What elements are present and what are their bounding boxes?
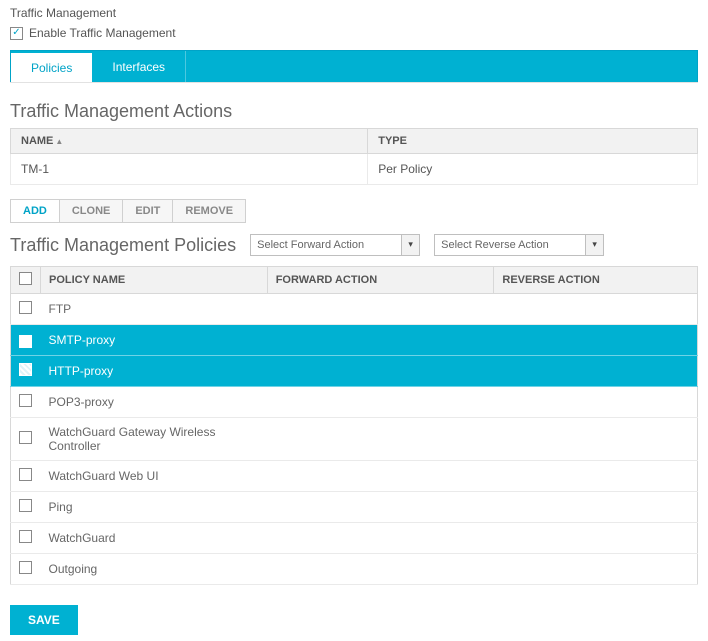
table-row[interactable]: Outgoing xyxy=(11,553,698,584)
enable-row: Enable Traffic Management xyxy=(10,26,698,40)
row-checkbox[interactable] xyxy=(19,561,32,574)
row-checkbox-cell xyxy=(11,460,41,491)
reverse-action-cell xyxy=(494,325,698,356)
row-checkbox[interactable] xyxy=(19,468,32,481)
policies-col-checkbox[interactable] xyxy=(11,267,41,294)
row-checkbox[interactable] xyxy=(19,363,32,376)
policies-col-reverse[interactable]: REVERSE ACTION xyxy=(494,267,698,294)
actions-cell-name: TM-1 xyxy=(11,154,368,185)
select-reverse-action[interactable]: Select Reverse Action xyxy=(434,234,604,256)
edit-button[interactable]: EDIT xyxy=(123,199,173,223)
table-row[interactable]: POP3-proxy xyxy=(11,386,698,417)
forward-action-cell xyxy=(267,491,494,522)
policies-col-forward[interactable]: FORWARD ACTION xyxy=(267,267,494,294)
row-checkbox-cell xyxy=(11,355,41,386)
reverse-action-cell xyxy=(494,386,698,417)
table-row[interactable]: WatchGuard xyxy=(11,522,698,553)
actions-table: NAME▲ TYPE TM-1Per Policy xyxy=(10,128,698,185)
policy-name-cell: WatchGuard Web UI xyxy=(41,460,268,491)
reverse-action-cell xyxy=(494,553,698,584)
row-checkbox-cell xyxy=(11,553,41,584)
row-checkbox-cell xyxy=(11,294,41,325)
actions-row[interactable]: TM-1Per Policy xyxy=(11,154,698,185)
table-row[interactable]: Ping xyxy=(11,491,698,522)
clone-button[interactable]: CLONE xyxy=(60,199,124,223)
chevron-down-icon xyxy=(585,235,603,255)
forward-action-cell xyxy=(267,417,494,460)
row-checkbox-cell xyxy=(11,386,41,417)
actions-col-name[interactable]: NAME▲ xyxy=(11,129,368,154)
remove-button[interactable]: REMOVE xyxy=(173,199,246,223)
policy-name-cell: POP3-proxy xyxy=(41,386,268,417)
policy-name-cell: Ping xyxy=(41,491,268,522)
toolbar: ADD CLONE EDIT REMOVE xyxy=(10,199,698,223)
select-forward-action[interactable]: Select Forward Action xyxy=(250,234,420,256)
row-checkbox[interactable] xyxy=(19,499,32,512)
policies-table: POLICY NAME FORWARD ACTION REVERSE ACTIO… xyxy=(10,266,698,585)
tab-policies[interactable]: Policies xyxy=(11,51,92,82)
reverse-action-cell xyxy=(494,491,698,522)
forward-action-cell xyxy=(267,355,494,386)
row-checkbox[interactable] xyxy=(19,530,32,543)
policy-name-cell: HTTP-proxy xyxy=(41,355,268,386)
policies-header-row: Traffic Management Policies Select Forwa… xyxy=(10,227,698,262)
select-forward-label: Select Forward Action xyxy=(257,239,364,251)
enable-checkbox[interactable] xyxy=(10,27,23,40)
tab-interfaces[interactable]: Interfaces xyxy=(92,51,186,82)
policy-name-cell: FTP xyxy=(41,294,268,325)
save-button[interactable]: SAVE xyxy=(10,605,78,635)
row-checkbox-cell xyxy=(11,491,41,522)
forward-action-cell xyxy=(267,522,494,553)
table-row[interactable]: FTP xyxy=(11,294,698,325)
reverse-action-cell xyxy=(494,417,698,460)
add-button[interactable]: ADD xyxy=(10,199,60,223)
forward-action-cell xyxy=(267,294,494,325)
actions-heading: Traffic Management Actions xyxy=(10,101,698,122)
tabs: PoliciesInterfaces xyxy=(10,50,698,82)
forward-action-cell xyxy=(267,386,494,417)
reverse-action-cell xyxy=(494,522,698,553)
forward-action-cell xyxy=(267,325,494,356)
policy-name-cell: WatchGuard xyxy=(41,522,268,553)
row-checkbox-cell xyxy=(11,325,41,356)
row-checkbox-cell xyxy=(11,522,41,553)
table-row[interactable]: WatchGuard Gateway Wireless Controller xyxy=(11,417,698,460)
row-checkbox[interactable] xyxy=(19,335,32,348)
select-reverse-label: Select Reverse Action xyxy=(441,239,549,251)
reverse-action-cell xyxy=(494,355,698,386)
policy-name-cell: Outgoing xyxy=(41,553,268,584)
forward-action-cell xyxy=(267,460,494,491)
row-checkbox[interactable] xyxy=(19,394,32,407)
sort-icon: ▲ xyxy=(55,137,63,146)
actions-col-type[interactable]: TYPE xyxy=(368,129,698,154)
policy-name-cell: WatchGuard Gateway Wireless Controller xyxy=(41,417,268,460)
row-checkbox[interactable] xyxy=(19,431,32,444)
reverse-action-cell xyxy=(494,294,698,325)
panel-title: Traffic Management xyxy=(10,6,698,20)
forward-action-cell xyxy=(267,553,494,584)
policies-col-name[interactable]: POLICY NAME xyxy=(41,267,268,294)
actions-cell-type: Per Policy xyxy=(368,154,698,185)
reverse-action-cell xyxy=(494,460,698,491)
policies-tab-content: Traffic Management Actions NAME▲ TYPE TM… xyxy=(10,82,698,635)
row-checkbox[interactable] xyxy=(19,301,32,314)
table-row[interactable]: WatchGuard Web UI xyxy=(11,460,698,491)
policy-name-cell: SMTP-proxy xyxy=(41,325,268,356)
table-row[interactable]: HTTP-proxy xyxy=(11,355,698,386)
select-all-checkbox[interactable] xyxy=(19,272,32,285)
row-checkbox-cell xyxy=(11,417,41,460)
chevron-down-icon xyxy=(401,235,419,255)
table-row[interactable]: SMTP-proxy xyxy=(11,325,698,356)
policies-heading: Traffic Management Policies xyxy=(10,235,236,256)
enable-label: Enable Traffic Management xyxy=(29,26,176,40)
